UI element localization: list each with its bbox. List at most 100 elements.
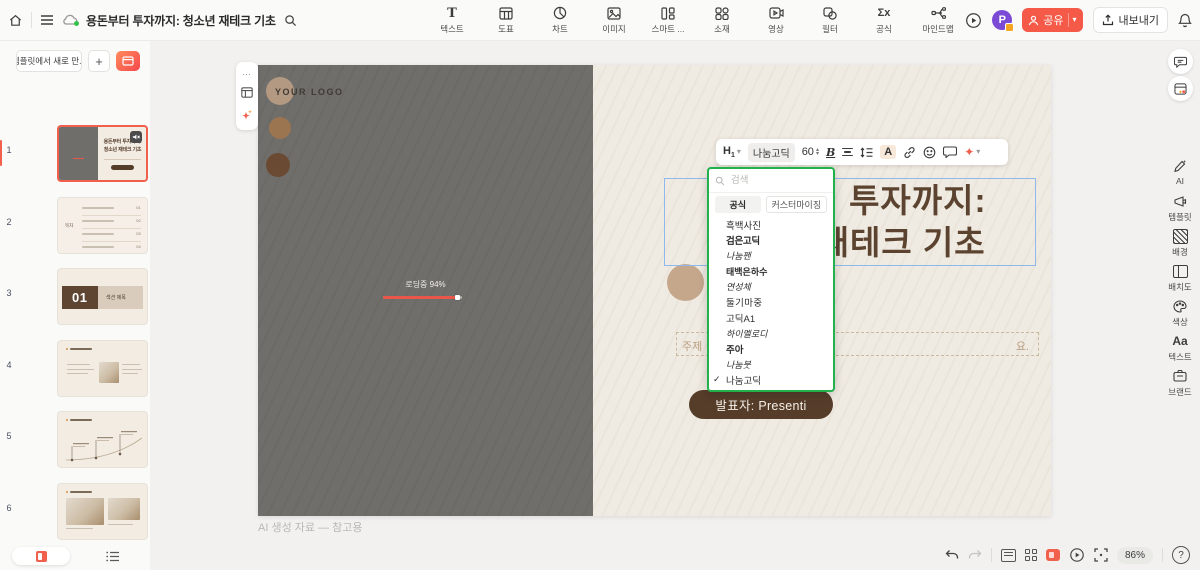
slide-thumbnail-5[interactable] — [57, 411, 148, 468]
thumb-photo — [98, 361, 119, 383]
notifications-bell-icon[interactable] — [1178, 13, 1192, 28]
bottom-toolbar: 86% ? — [945, 542, 1195, 568]
search-icon[interactable] — [284, 14, 297, 27]
thumb-subtitle-line — [104, 158, 141, 160]
heading-style-button[interactable]: H1 ▾ — [723, 145, 741, 159]
smartart-icon — [661, 6, 675, 21]
sidebar-item-template[interactable]: 템플릿 — [1160, 193, 1200, 223]
zoom-level[interactable]: 86% — [1117, 546, 1154, 564]
font-option[interactable]: 태백은하수 — [709, 264, 833, 280]
sidebar-item-layout[interactable]: 배치도 — [1160, 263, 1200, 293]
export-button[interactable]: 내보내기 — [1092, 7, 1168, 33]
tool-video[interactable]: 영상 — [752, 6, 800, 35]
tool-smartart[interactable]: 스마트 ... — [644, 6, 692, 35]
insert-tools: T 텍스트 도표 차트 이미지 스마트 ... 소재 영상 필터 Σx 공식 마… — [428, 0, 962, 40]
slide-view-icon[interactable] — [1046, 549, 1060, 561]
tab-official-fonts[interactable]: 공식 — [715, 196, 761, 213]
sidebar-item-text[interactable]: Aa 텍스트 — [1160, 333, 1200, 363]
bold-button[interactable]: B — [826, 146, 835, 159]
divider — [1067, 13, 1069, 27]
table-icon — [499, 6, 513, 21]
tool-filter[interactable]: 필터 — [806, 6, 854, 35]
loading-label: 로딩중 94% — [405, 280, 446, 289]
avatar[interactable]: P — [992, 10, 1015, 32]
tool-assets[interactable]: 소재 — [698, 6, 746, 35]
font-option[interactable]: 둘기마중 — [709, 295, 833, 311]
font-option[interactable]: 검은고딕 — [709, 233, 833, 249]
thumb-heading — [66, 419, 92, 421]
emoji-button[interactable] — [923, 146, 936, 159]
tool-table[interactable]: 도표 — [482, 6, 530, 35]
comment-button[interactable] — [943, 146, 958, 158]
more-options-icon[interactable]: ⋯ — [242, 70, 252, 79]
slide-context-toolbar: ⋯ — [236, 62, 258, 130]
presenter-button[interactable]: 발표자: Presenti — [689, 390, 833, 419]
align-center-button[interactable] — [842, 147, 854, 157]
slide-layout-icon[interactable] — [241, 87, 253, 99]
font-option-selected[interactable]: ✓ 나눔고딕 — [709, 372, 833, 388]
slide-thumbnail-6[interactable] — [57, 483, 148, 540]
divider — [82, 228, 141, 229]
font-option[interactable]: 고딕A1 — [709, 310, 833, 326]
ai-template-button[interactable] — [116, 51, 140, 71]
text-color-button[interactable]: A — [880, 145, 897, 159]
font-size-stepper[interactable]: 60 ▴ ▾ — [802, 146, 819, 158]
tool-formula[interactable]: Σx 공식 — [860, 6, 908, 35]
new-from-template-button[interactable]: 템플릿에서 새로 만... — [16, 50, 82, 72]
tool-text[interactable]: T 텍스트 — [428, 6, 476, 35]
mindmap-icon — [930, 6, 946, 21]
undo-icon[interactable] — [945, 549, 959, 561]
slide-thumbnail-4[interactable] — [57, 340, 148, 397]
grid-view-icon[interactable] — [1025, 549, 1037, 561]
font-option[interactable]: 나눔펜 — [709, 248, 833, 264]
font-option[interactable]: 연성체 — [709, 279, 833, 295]
ai-assist-button[interactable]: ✦ ▾ — [964, 145, 980, 159]
menu-icon[interactable] — [40, 14, 54, 26]
template-panel-button[interactable] — [1168, 76, 1193, 101]
stepper-arrows[interactable]: ▴ ▾ — [816, 147, 819, 157]
font-family-selector[interactable]: 나눔고딕 — [747, 142, 795, 162]
tool-mindmap[interactable]: 마인드맵 — [914, 6, 962, 35]
thumb-heading — [66, 491, 92, 493]
palette-icon — [1173, 298, 1187, 314]
home-icon[interactable] — [8, 13, 23, 28]
notes-icon[interactable] — [1001, 548, 1016, 562]
redo-icon[interactable] — [968, 549, 982, 561]
font-option[interactable]: 하이멜로디 — [709, 326, 833, 342]
slide-thumbnail-3[interactable]: 01 섹션 제목 — [57, 268, 148, 325]
ai-sparkle-icon[interactable] — [241, 109, 253, 121]
font-option[interactable]: 나눔스퀘어라운드 — [709, 388, 833, 391]
list-view-tab[interactable] — [106, 551, 120, 562]
chevron-down-icon[interactable]: ▾ — [1073, 16, 1077, 24]
sidebar-item-brand[interactable]: 브랜드 — [1160, 368, 1200, 398]
sidebar-item-ai[interactable]: AI — [1160, 158, 1200, 186]
font-list: 흑백사진 검은고딕 나눔펜 태백은하수 연성체 둘기마중 고딕A1 하이멜로디 … — [709, 216, 833, 391]
add-slide-button[interactable]: + — [88, 50, 110, 72]
tool-chart[interactable]: 차트 — [536, 6, 584, 35]
slide-canvas[interactable]: YOUR LOGO 로딩중 94% — [258, 65, 1051, 516]
font-option[interactable]: 주아 — [709, 341, 833, 357]
thumbnail-view-tab[interactable] — [12, 547, 70, 565]
thumb-loading-bar — [72, 157, 84, 159]
font-option[interactable]: 나눔붓 — [709, 357, 833, 373]
font-option[interactable]: 흑백사진 — [709, 217, 833, 233]
toc-label: 목차 — [65, 222, 74, 228]
font-search-input[interactable] — [729, 174, 823, 187]
play-slideshow-icon[interactable] — [1069, 547, 1085, 563]
comments-button[interactable] — [1168, 49, 1193, 74]
tool-image[interactable]: 이미지 — [590, 6, 638, 35]
fullscreen-icon[interactable] — [1094, 548, 1108, 562]
slide-cover-left: YOUR LOGO 로딩중 94% — [258, 65, 593, 516]
share-button[interactable]: 공유 ▾ — [1022, 8, 1083, 32]
present-play-icon[interactable] — [965, 12, 982, 29]
slides-panel-footer — [0, 542, 150, 570]
line-spacing-button[interactable] — [860, 146, 873, 158]
link-button[interactable] — [903, 146, 916, 159]
tab-custom-fonts[interactable]: 커스터마이징 — [765, 196, 827, 213]
toc-row: 03 — [82, 231, 141, 236]
sidebar-item-color[interactable]: 색상 — [1160, 298, 1200, 328]
sidebar-item-background[interactable]: 배경 — [1160, 228, 1200, 258]
help-button[interactable]: ? — [1172, 546, 1191, 564]
slide-thumbnail-2[interactable]: 목차 01 02 03 04 — [57, 197, 148, 254]
slide-thumbnail-1[interactable]: 용돈부터 투자까지: 청소년 재테크 기초 — [57, 125, 148, 182]
